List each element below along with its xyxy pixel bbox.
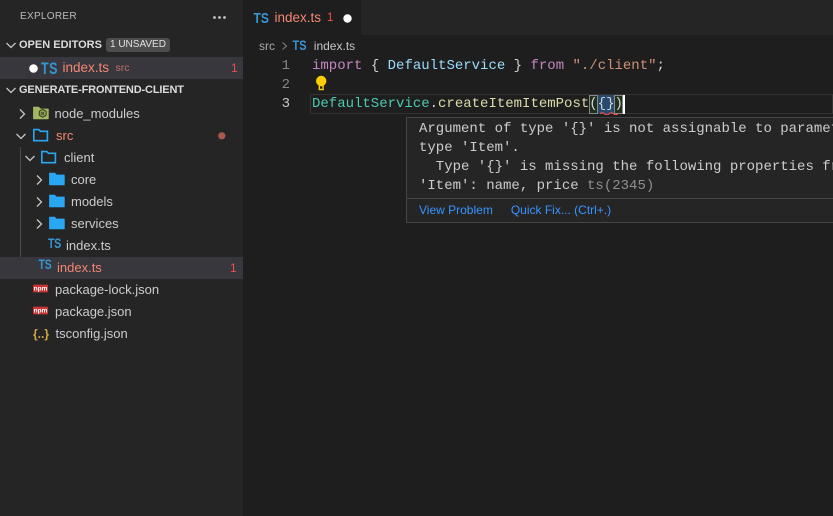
svg-text:npm: npm — [34, 286, 48, 293]
svg-text:npm: npm — [34, 308, 48, 315]
